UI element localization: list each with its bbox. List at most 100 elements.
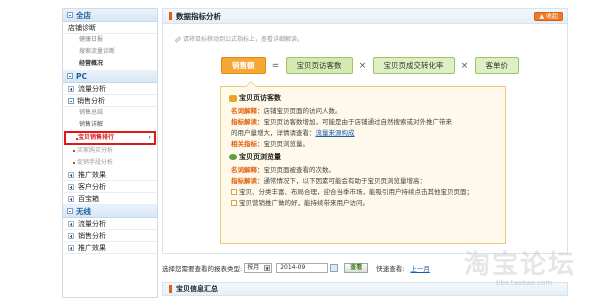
calendar-icon[interactable] [330,264,339,272]
bullet-dot-icon [73,150,75,152]
sidebar-item-pc-treasure[interactable]: 百宝箱 [63,193,157,205]
sidebar-item-sales-detail[interactable]: 销售详解 [63,119,157,131]
period-select[interactable]: 按月 ▼ [244,263,273,273]
visitors-related: 相关指标：宝贝页浏览量。 [229,139,497,150]
sidebar-item-pc-promotion[interactable]: 推广效果 [63,169,157,181]
shopping-bag-icon [229,94,237,102]
sidebar-item-label: 客户分析 [78,182,106,191]
collapse-toggle-icon[interactable] [67,208,73,214]
formula-times: × [358,60,367,71]
sidebar-item-label: 百宝箱 [78,194,99,203]
expand-plus-icon[interactable] [68,220,74,227]
sidebar-item-buyer-analysis[interactable]: 买家购买分析 [63,145,157,157]
formula-visitors[interactable]: 宝贝页访客数 [285,57,353,74]
sidebar-item-label: 销售分析 [78,231,106,240]
section-title: PC [76,71,88,81]
formula-times: × [460,60,469,71]
hint-text: 请将鼠标移动到公式指标上，查看详细解读。 [174,34,304,43]
definition-text: 店铺宝贝页面的访问人数。 [263,107,342,115]
eye-icon [229,154,237,160]
checkbox-icon [231,189,237,195]
previous-month-link[interactable]: 上一月 [410,263,430,273]
sidebar-item-store-diagnosis[interactable]: 店铺诊断 [63,22,157,34]
definition-label: 名词解释： [231,107,264,115]
sidebar-item-product-ranking[interactable]: 宝贝销售排行 › [64,131,156,145]
metric-detail-tooltip: 宝贝页访客数 名词解释：店铺宝贝页面的访问人数。 指标解读：宝贝页访客数增加，可… [220,81,506,244]
traffic-source-link[interactable]: 流量来源构成 [316,129,355,137]
sidebar-item-overview[interactable]: 经营概况 [63,58,157,70]
chevron-down-icon[interactable]: ▼ [264,265,271,271]
date-input[interactable]: 2014-09 [276,263,329,273]
sidebar-item-promo-analysis[interactable]: 促销手段分析 [63,157,157,169]
expand-plus-icon[interactable] [68,244,74,251]
info-title: 宝贝信息汇总 [176,285,218,293]
sidebar-item-sales-summary[interactable]: 销售总结 [63,107,157,119]
report-type-label: 选择您需要查看的报表类型: [162,265,243,273]
sidebar-item-pc-sales[interactable]: 销售分析 [63,95,157,107]
panel-header: 数据指标分析 ▲ 收起 [163,9,567,24]
visitors-definition: 名词解释：店铺宝贝页面的访问人数。 [229,106,497,117]
sidebar-item-wl-sales[interactable]: 销售分析 [63,230,157,242]
interpretation-text: 通常情况下，以下因素可能会有助于宝贝页浏览量增高： [263,177,427,185]
pageviews-factor-1: 宝贝、分类丰富、布局合理，迎合当季市场，能吸引用户持续点击其他宝贝页面； [229,187,497,198]
sidebar-item-label: 流量分析 [78,219,106,228]
definition-text: 宝贝页面被查看的次数。 [263,166,336,174]
formula-sales[interactable]: 销售额 [221,57,266,74]
expand-plus-icon[interactable] [68,232,74,239]
sidebar-item-pc-traffic[interactable]: 流量分析 [63,83,157,95]
pageviews-factor-2: 宝贝营销推广做的好，能持续带来用户访问。 [229,198,497,209]
heading-text: 宝贝页浏览量 [239,153,281,161]
sidebar-item-wl-traffic[interactable]: 流量分析 [63,218,157,230]
sidebar-item-label: 销售分析 [77,96,105,105]
pencil-icon [174,36,182,43]
collapse-button[interactable]: ▲ 收起 [534,12,563,21]
factor-text: 宝贝营销推广做的好，能持续带来用户访问。 [239,199,369,207]
heading-text: 宝贝页访客数 [239,94,281,102]
sidebar-item-pc-customers[interactable]: 客户分析 [63,181,157,193]
sidebar-nav: 全店 店铺诊断 健康日报 搜索流量诊断 经营概况 PC 流量分析 销售分析 销售… [62,8,158,298]
factor-text: 宝贝、分类丰富、布局合理，迎合当季市场，能吸引用户持续点击其他宝贝页面； [239,188,473,196]
interpretation-text: 宝贝页访客数增加，可能是由于店铺通过自然搜索或对外推广带来 [263,118,453,126]
chevron-right-icon: › [148,134,151,141]
definition-label: 名词解释： [231,166,264,174]
sidebar-item-wl-promotion[interactable]: 推广效果 [63,242,157,254]
section-title: 无线 [76,206,91,216]
view-button[interactable]: 查看 [344,263,369,273]
interpretation-text: 的用户量增大，详情请查看： [231,129,316,137]
header-bullet-icon [169,285,172,293]
sidebar-item-label: 买家购买分析 [77,147,114,154]
interpretation-label: 指标解读： [231,118,264,126]
sidebar-section-store[interactable]: 全店 [63,9,157,22]
sidebar-section-pc[interactable]: PC [63,70,157,83]
report-filter: 选择您需要查看的报表类型: 按月 ▼ 2014-09 查看 快速查看: 上一月 [162,263,430,273]
collapse-toggle-icon[interactable] [67,73,73,79]
sidebar-item-search-traffic[interactable]: 搜索流量诊断 [63,46,157,58]
checkbox-icon [231,200,237,206]
expand-plus-icon[interactable] [68,85,74,92]
hint-label: 请将鼠标移动到公式指标上，查看详细解读。 [183,36,304,43]
pageviews-interpretation: 指标解读：通常情况下，以下因素可能会有助于宝贝页浏览量增高： [229,176,497,187]
sidebar-item-label: 流量分析 [78,84,106,93]
sidebar-item-health-daily[interactable]: 健康日报 [63,34,157,46]
sidebar-section-wireless[interactable]: 无线 [63,205,157,218]
metrics-analysis-panel: 数据指标分析 ▲ 收起 请将鼠标移动到公式指标上，查看详细解读。 销售额 = 宝… [162,8,568,254]
bullet-dot-icon [73,162,75,164]
period-value: 按月 [247,264,260,271]
visitors-interpretation: 指标解读：宝贝页访客数增加，可能是由于店铺通过自然搜索或对外推广带来 [229,117,497,128]
expand-plus-icon[interactable] [68,183,74,190]
collapse-toggle-icon[interactable] [67,12,73,18]
formula-equals: = [271,60,280,71]
sidebar-item-label: 促销手段分析 [77,159,114,166]
formula-avg-order[interactable]: 客单价 [474,57,519,74]
watermark-url: bbs.taobao.com [496,279,553,287]
sidebar-item-label: 店铺诊断 [68,23,96,32]
header-bullet-icon [169,12,172,20]
related-label: 相关指标： [231,140,264,148]
collapse-toggle-icon[interactable] [68,97,74,104]
formula-conversion[interactable]: 宝贝页成交转化率 [372,57,455,74]
related-text: 宝贝页浏览量。 [263,140,310,148]
expand-plus-icon[interactable] [68,195,74,202]
expand-plus-icon[interactable] [68,171,74,178]
pageviews-heading: 宝贝页浏览量 [229,152,497,162]
interpretation-label: 指标解读： [231,177,264,185]
